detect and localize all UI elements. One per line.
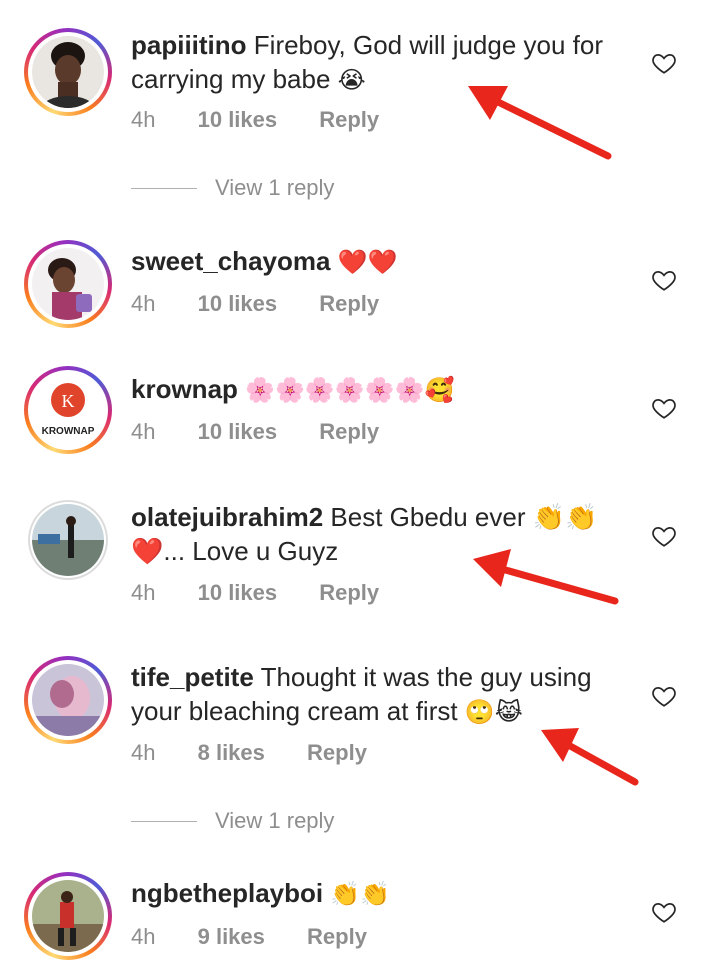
likes-count[interactable]: 10 likes — [198, 107, 278, 132]
avatar-image — [32, 248, 104, 320]
comment-emoji: ❤️❤️ — [337, 249, 398, 276]
comment-emoji: 👏👏 — [330, 881, 391, 908]
username[interactable]: sweet_chayoma — [131, 246, 330, 276]
reply-button[interactable]: Reply — [307, 740, 367, 765]
view-replies-line — [131, 187, 197, 189]
comment-emoji: 🙄😹 — [464, 699, 523, 726]
reply-button[interactable]: Reply — [319, 291, 379, 316]
avatar-image — [32, 664, 104, 736]
svg-text:K: K — [62, 391, 75, 411]
avatar-image — [32, 880, 104, 952]
comment-emoji: 😭 — [337, 67, 366, 94]
reply-button[interactable]: Reply — [319, 107, 379, 132]
likes-count[interactable]: 9 likes — [198, 924, 265, 949]
username[interactable]: tife_petite — [131, 662, 254, 692]
avatar-image — [32, 504, 104, 576]
username[interactable]: olatejuibrahim2 — [131, 502, 323, 532]
comment-time: 4h — [131, 580, 156, 605]
avatar[interactable] — [24, 656, 112, 744]
likes-count[interactable]: 10 likes — [198, 291, 278, 316]
comment-time: 4h — [131, 107, 156, 132]
reply-button[interactable]: Reply — [307, 924, 367, 949]
avatar-image — [32, 36, 104, 108]
view-replies-line — [131, 820, 197, 822]
avatar[interactable] — [24, 240, 112, 328]
view-replies-label: View 1 reply — [215, 175, 335, 200]
heart-icon[interactable] — [651, 395, 677, 421]
likes-count[interactable]: 8 likes — [198, 740, 265, 765]
avatar[interactable] — [24, 28, 112, 116]
reply-button[interactable]: Reply — [319, 580, 379, 605]
avatar[interactable]: K KROWNAP — [24, 366, 112, 454]
heart-icon[interactable] — [651, 683, 677, 709]
comment-time: 4h — [131, 419, 156, 444]
comment-emoji: 🌸🌸🌸🌸🌸🌸🥰 — [245, 377, 455, 404]
heart-icon[interactable] — [651, 523, 677, 549]
comment-time: 4h — [131, 924, 156, 949]
comment-time: 4h — [131, 740, 156, 765]
username[interactable]: papiiitino — [131, 30, 247, 60]
annotation-arrow-icon — [473, 549, 619, 605]
annotation-arrow-icon — [468, 86, 612, 160]
view-replies-button[interactable]: View 1 reply — [131, 808, 334, 834]
likes-count[interactable]: 10 likes — [198, 419, 278, 444]
view-replies-button[interactable]: View 1 reply — [131, 175, 334, 201]
svg-text:KROWNAP: KROWNAP — [42, 426, 95, 437]
avatar-image: K KROWNAP — [32, 374, 104, 446]
view-replies-label: View 1 reply — [215, 808, 335, 833]
annotation-arrow-icon — [541, 728, 639, 786]
heart-icon[interactable] — [651, 899, 677, 925]
likes-count[interactable]: 10 likes — [198, 580, 278, 605]
avatar[interactable] — [28, 500, 108, 580]
comment-time: 4h — [131, 291, 156, 316]
avatar[interactable] — [24, 872, 112, 960]
heart-icon[interactable] — [651, 50, 677, 76]
username[interactable]: krownap — [131, 374, 238, 404]
reply-button[interactable]: Reply — [319, 419, 379, 444]
username[interactable]: ngbetheplayboi — [131, 878, 323, 908]
heart-icon[interactable] — [651, 267, 677, 293]
